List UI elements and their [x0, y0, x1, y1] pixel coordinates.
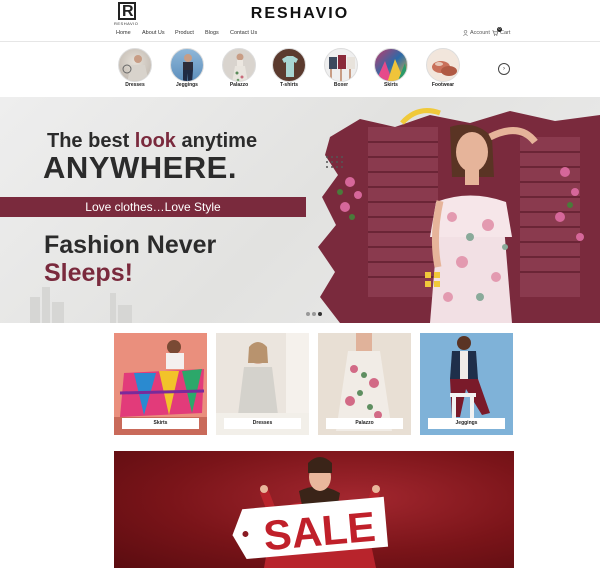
sale-banner[interactable]: SALE: [114, 451, 514, 568]
category-palazzo[interactable]: [222, 48, 256, 82]
product-card-jeggings[interactable]: Jeggings: [420, 333, 513, 435]
product-label-skirts: Skirts: [122, 418, 199, 429]
brand-title[interactable]: RESHAVIO: [0, 5, 600, 23]
nav-about[interactable]: About Us: [142, 30, 165, 36]
ribbon-text: Love clothes…Love Style: [85, 200, 221, 214]
header-divider: [0, 41, 600, 42]
product-label-jeggings: Jeggings: [428, 418, 505, 429]
cart-count-badge: 0: [497, 27, 502, 32]
chevron-right-icon: ›: [503, 66, 505, 72]
jeggings-thumbnail: [183, 54, 193, 81]
category-next-button[interactable]: ›: [498, 63, 510, 75]
user-icon: [463, 30, 468, 36]
palazzo-thumbnail: [232, 53, 248, 81]
hero-tagline-2: Sleeps!: [44, 259, 133, 287]
footwear-thumbnail: [432, 61, 457, 76]
sale-sign-text: SALE: [262, 503, 378, 560]
category-label-palazzo: Palazzo: [229, 82, 249, 88]
nav-blogs[interactable]: Blogs: [205, 30, 219, 36]
product-label-palazzo: Palazzo: [326, 418, 403, 429]
nav-contact[interactable]: Contact Us: [230, 30, 257, 36]
category-tshirts[interactable]: [272, 48, 306, 82]
category-footwear[interactable]: [426, 48, 460, 82]
skirts-thumbnail: [375, 59, 407, 81]
category-label-tshirts: T-shirts: [279, 82, 299, 88]
hero-headline-2: ANYWHERE.: [43, 150, 237, 185]
category-dresses[interactable]: [118, 48, 152, 82]
category-skirts[interactable]: [374, 48, 408, 82]
hero-accent-word: look: [134, 130, 176, 152]
nav-product[interactable]: Product: [175, 30, 194, 36]
category-jeggings[interactable]: [170, 48, 204, 82]
product-card-skirts[interactable]: Skirts: [114, 333, 207, 435]
account-link[interactable]: Account: [463, 30, 490, 36]
category-label-dresses: Dresses: [125, 82, 145, 88]
product-label-dresses: Dresses: [224, 418, 301, 429]
hero-tagline-1: Fashion Never: [44, 231, 217, 259]
sale-artwork: SALE: [232, 457, 389, 568]
account-label: Account: [470, 30, 490, 36]
product-card-dresses[interactable]: Dresses: [216, 333, 309, 435]
nav-home[interactable]: Home: [116, 30, 131, 36]
boxer-thumbnail: [329, 55, 355, 81]
category-label-footwear: Footwear: [431, 82, 455, 88]
product-card-palazzo[interactable]: Palazzo: [318, 333, 411, 435]
category-label-boxer: Boxer: [333, 82, 349, 88]
hero-slide-dot-1[interactable]: [306, 312, 310, 316]
tshirts-thumbnail: [282, 56, 298, 77]
hero-slide-dot-2[interactable]: [312, 312, 316, 316]
dresses-thumbnail: [122, 55, 149, 81]
category-boxer[interactable]: [324, 48, 358, 82]
category-label-skirts: Skirts: [384, 82, 398, 88]
hero-slide-dot-3[interactable]: [318, 312, 322, 316]
category-label-jeggings: Jeggings: [176, 82, 198, 88]
hero-ribbon: Love clothes…Love Style: [0, 197, 306, 217]
